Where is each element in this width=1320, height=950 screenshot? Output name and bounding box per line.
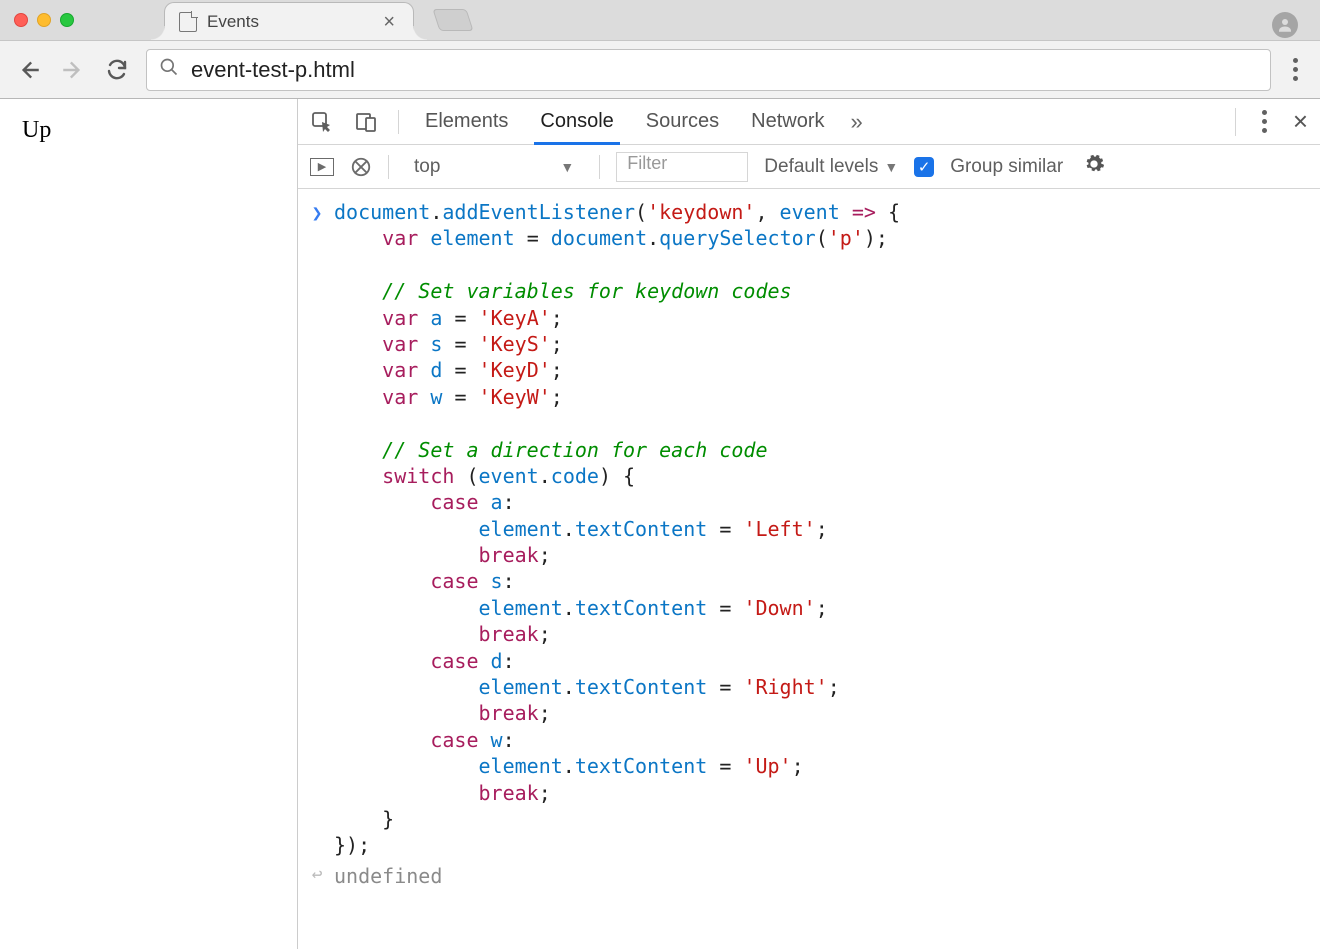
menu-button[interactable] <box>1285 58 1306 81</box>
console-return-value: undefined <box>334 864 442 888</box>
divider <box>388 155 389 179</box>
tab-strip: Events × <box>164 0 470 40</box>
console-code: document.addEventListener('keydown', eve… <box>334 199 900 859</box>
divider <box>398 110 399 134</box>
context-label: top <box>414 156 440 178</box>
page-viewport: Up <box>0 99 297 949</box>
new-tab-button[interactable] <box>432 9 473 31</box>
back-button[interactable] <box>14 57 44 83</box>
console-input-row: ❯ document.addEventListener('keydown', e… <box>298 197 1320 861</box>
document-icon <box>179 12 197 32</box>
chevron-down-icon: ▼ <box>560 159 574 175</box>
divider <box>599 155 600 179</box>
filter-input[interactable]: Filter <box>616 152 748 182</box>
device-toolbar-icon[interactable] <box>354 110 378 134</box>
group-similar-checkbox[interactable]: ✓ <box>914 157 934 177</box>
browser-chrome: Events × event-test-p.html <box>0 0 1320 99</box>
url-text: event-test-p.html <box>191 57 355 83</box>
tab-console[interactable]: Console <box>534 98 619 145</box>
page-paragraph: Up <box>22 117 275 144</box>
browser-tab[interactable]: Events × <box>164 2 414 40</box>
inspect-element-icon[interactable] <box>310 110 334 134</box>
close-devtools-icon[interactable]: × <box>1293 106 1308 137</box>
console-sidebar-toggle-icon[interactable] <box>310 158 334 176</box>
more-tabs-icon[interactable]: » <box>851 109 863 135</box>
close-tab-icon[interactable]: × <box>383 12 395 32</box>
chevron-down-icon: ▼ <box>884 159 898 175</box>
reload-button[interactable] <box>102 58 132 82</box>
address-bar[interactable]: event-test-p.html <box>146 49 1271 91</box>
viewport-row: Up Elements Console Sources Network » × <box>0 99 1320 949</box>
tab-title: Events <box>207 12 373 32</box>
levels-label: Default levels <box>764 156 878 178</box>
profile-icon[interactable] <box>1272 12 1298 38</box>
close-window-icon[interactable] <box>14 13 28 27</box>
console-settings-icon[interactable] <box>1083 153 1105 181</box>
devtools-panel: Elements Console Sources Network » × top… <box>297 99 1320 949</box>
search-icon <box>159 57 179 83</box>
devtools-tabbar: Elements Console Sources Network » × <box>298 99 1320 145</box>
devtools-menu-icon[interactable] <box>1254 110 1275 133</box>
titlebar: Events × <box>0 0 1320 40</box>
group-similar-label: Group similar <box>950 156 1063 178</box>
console-output[interactable]: ❯ document.addEventListener('keydown', e… <box>298 189 1320 949</box>
window-controls <box>14 13 74 27</box>
divider <box>1235 108 1236 136</box>
context-selector[interactable]: top ▼ <box>405 151 583 183</box>
tab-sources[interactable]: Sources <box>640 98 725 145</box>
tab-elements[interactable]: Elements <box>419 98 514 145</box>
tab-network[interactable]: Network <box>745 98 830 145</box>
forward-button[interactable] <box>58 57 88 83</box>
console-toolbar: top ▼ Filter Default levels ▼ ✓ Group si… <box>298 145 1320 189</box>
maximize-window-icon[interactable] <box>60 13 74 27</box>
log-levels-selector[interactable]: Default levels ▼ <box>764 156 898 178</box>
minimize-window-icon[interactable] <box>37 13 51 27</box>
console-return-row: ↩ undefined <box>298 861 1320 891</box>
prompt-icon: ❯ <box>308 199 326 859</box>
return-icon: ↩ <box>308 863 326 889</box>
browser-toolbar: event-test-p.html <box>0 40 1320 98</box>
clear-console-icon[interactable] <box>350 156 372 178</box>
